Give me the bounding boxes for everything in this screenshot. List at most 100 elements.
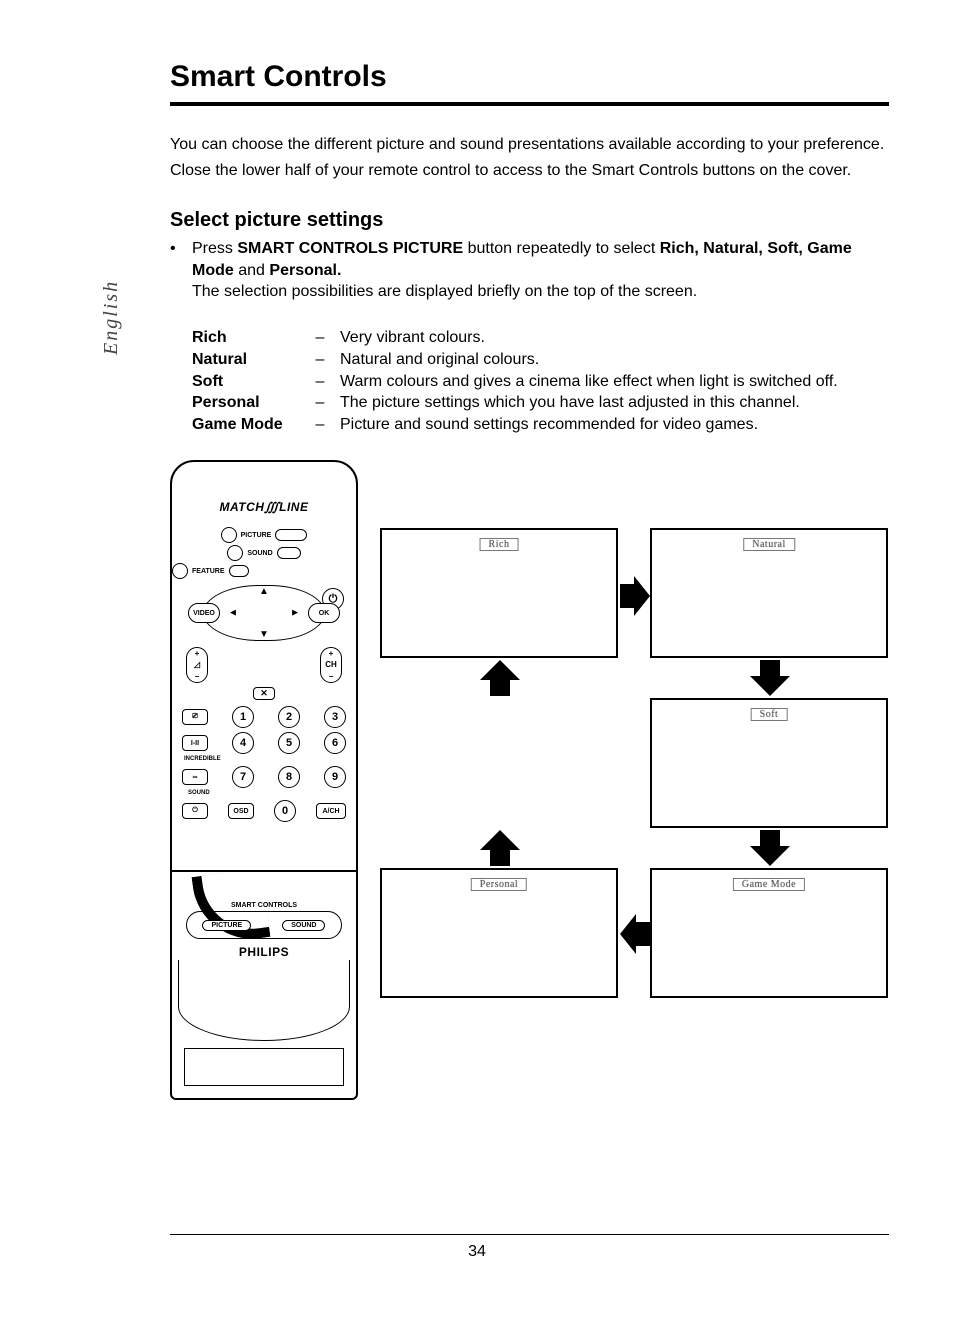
video-button[interactable]: VIDEO xyxy=(188,603,220,623)
volume-rocker[interactable]: + ◿ − xyxy=(186,647,208,683)
arrow-down-icon xyxy=(750,830,790,866)
brand-left: MATCH xyxy=(220,500,265,514)
picture-mode-button[interactable] xyxy=(221,527,237,543)
title-rule xyxy=(170,102,889,106)
instr-button-name: SMART CONTROLS PICTURE xyxy=(237,240,463,257)
mode-buttons: PICTURE SOUND FEATURE xyxy=(172,527,356,579)
instruction-text: Press SMART CONTROLS PICTURE button repe… xyxy=(192,238,889,281)
page-number: 34 xyxy=(0,1243,954,1261)
nav-pad[interactable]: VIDEO OK ▲ ▼ ◄ ► xyxy=(203,585,325,641)
vol-ch-row: + ◿ − + CH − xyxy=(172,647,356,683)
smart-controls-oval: PICTURE SOUND xyxy=(186,911,342,939)
smart-sound-button[interactable]: SOUND xyxy=(282,920,325,931)
arrow-up-icon xyxy=(480,660,520,696)
digit-7-button[interactable]: 7 xyxy=(232,766,254,788)
digit-2-button[interactable]: 2 xyxy=(278,706,300,728)
instr-mid: button repeatedly to select xyxy=(468,240,656,257)
def-term: Soft xyxy=(192,371,300,393)
illustration-area: MATCH∭LINE PICTURE SOUND FEATURE ⏻ VIDEO… xyxy=(170,460,900,1120)
tv-screen-gamemode: Game Mode xyxy=(650,868,888,998)
tv-screen-soft: Soft xyxy=(650,698,888,828)
smart-controls-area: SMART CONTROLS PICTURE SOUND PHILIPS xyxy=(172,882,356,959)
channel-rocker[interactable]: + CH − xyxy=(320,647,342,683)
digit-3-button[interactable]: 3 xyxy=(324,706,346,728)
tv-screen-natural: Natural xyxy=(650,528,888,658)
remote-divider xyxy=(172,870,356,872)
btn-ach[interactable]: A/CH xyxy=(316,803,346,819)
definition-row: Rich – Very vibrant colours. xyxy=(192,327,889,349)
digit-4-button[interactable]: 4 xyxy=(232,732,254,754)
language-side-label: English xyxy=(100,280,123,355)
keypad: ⎚ 1 2 3 I-II 4 5 6 INCREDIBLE ∞ 7 8 9 xyxy=(172,706,356,822)
btn-standby[interactable]: ⏻ xyxy=(182,803,208,819)
minus-icon: − xyxy=(195,672,200,681)
page-title: Smart Controls xyxy=(170,60,889,94)
dash-icon: – xyxy=(310,392,330,414)
btn-osd[interactable]: OSD xyxy=(228,803,254,819)
sound-sublabel: SOUND xyxy=(172,790,356,796)
def-term: Rich xyxy=(192,327,300,349)
smart-controls-label: SMART CONTROLS xyxy=(186,902,342,909)
digit-5-button[interactable]: 5 xyxy=(278,732,300,754)
remote-bottom-box xyxy=(184,1048,344,1086)
pill-icon xyxy=(229,565,249,577)
digit-1-button[interactable]: 1 xyxy=(232,706,254,728)
section-heading: Select picture settings xyxy=(170,209,889,232)
intro-line-2: Close the lower half of your remote cont… xyxy=(170,160,889,182)
dash-icon: – xyxy=(310,327,330,349)
tv-screen-personal: Personal xyxy=(380,868,618,998)
plus-icon: + xyxy=(329,649,334,658)
left-arrow-icon[interactable]: ◄ xyxy=(228,608,238,619)
digit-0-button[interactable]: 0 xyxy=(274,800,296,822)
remote-curve-line xyxy=(178,960,350,1041)
instr-prefix: Press xyxy=(192,240,233,257)
definition-row: Personal – The picture settings which yo… xyxy=(192,392,889,414)
definitions-table: Rich – Very vibrant colours. Natural – N… xyxy=(192,327,889,435)
down-arrow-icon[interactable]: ▼ xyxy=(259,629,269,640)
feature-label: FEATURE xyxy=(192,568,225,575)
osd-tag-rich: Rich xyxy=(480,538,519,551)
philips-logo: PHILIPS xyxy=(186,945,342,959)
dash-icon: – xyxy=(310,414,330,436)
digit-8-button[interactable]: 8 xyxy=(278,766,300,788)
def-term: Natural xyxy=(192,349,300,371)
def-desc: Picture and sound settings recommended f… xyxy=(340,414,889,436)
instr-personal: Personal. xyxy=(269,262,341,279)
def-desc: The picture settings which you have last… xyxy=(340,392,889,414)
mute-button[interactable]: ✕ xyxy=(253,687,275,700)
ok-button[interactable]: OK xyxy=(308,603,340,623)
bullet-dot-icon: • xyxy=(170,238,182,281)
osd-tag-soft: Soft xyxy=(751,708,788,721)
osd-tag-personal: Personal xyxy=(471,878,527,891)
def-desc: Very vibrant colours. xyxy=(340,327,889,349)
btn-tv[interactable]: ⎚ xyxy=(182,709,208,725)
sound-mode-button[interactable] xyxy=(227,545,243,561)
dash-icon: – xyxy=(310,371,330,393)
volume-icon: ◿ xyxy=(194,660,200,669)
def-term: Personal xyxy=(192,392,300,414)
arrow-down-icon xyxy=(750,660,790,696)
pill-icon xyxy=(275,529,307,541)
intro-line-1: You can choose the different picture and… xyxy=(170,134,889,156)
def-desc: Natural and original colours. xyxy=(340,349,889,371)
smart-picture-button[interactable]: PICTURE xyxy=(202,920,251,931)
feature-mode-button[interactable] xyxy=(172,563,188,579)
definition-row: Natural – Natural and original colours. xyxy=(192,349,889,371)
up-arrow-icon[interactable]: ▲ xyxy=(259,586,269,597)
btn-incredible-sound[interactable]: ∞ xyxy=(182,769,208,785)
def-term: Game Mode xyxy=(192,414,300,436)
arrow-right-icon xyxy=(620,576,650,616)
dash-icon: – xyxy=(310,349,330,371)
brand-right: LINE xyxy=(279,500,308,514)
bottom-rule xyxy=(170,1234,889,1236)
btn-i-ii[interactable]: I-II xyxy=(182,735,208,751)
osd-tag-gamemode: Game Mode xyxy=(733,878,805,891)
right-arrow-icon[interactable]: ► xyxy=(290,608,300,619)
tv-screen-rich: Rich xyxy=(380,528,618,658)
ch-label: CH xyxy=(325,660,337,669)
digit-6-button[interactable]: 6 xyxy=(324,732,346,754)
definition-row: Soft – Warm colours and gives a cinema l… xyxy=(192,371,889,393)
arrow-left-icon xyxy=(620,914,650,954)
digit-9-button[interactable]: 9 xyxy=(324,766,346,788)
plus-icon: + xyxy=(195,649,200,658)
